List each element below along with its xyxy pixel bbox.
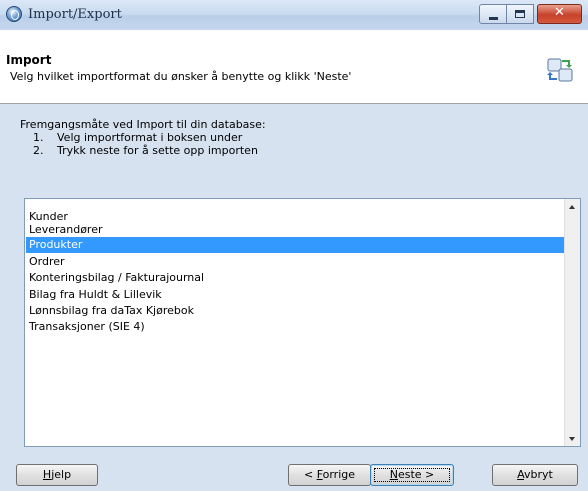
app-icon — [6, 6, 22, 22]
instructions-panel: Fremgangsmåte ved Import til din databas… — [0, 104, 588, 198]
close-icon: ✕ — [554, 5, 565, 20]
previous-label: orrige — [322, 468, 356, 481]
previous-label-prefix: < — [303, 468, 317, 481]
vertical-scrollbar[interactable] — [564, 199, 580, 446]
minimize-button[interactable] — [479, 4, 507, 24]
scroll-up-icon[interactable] — [565, 199, 580, 214]
list-item[interactable]: Transaksjoner (SIE 4) — [26, 319, 567, 335]
step-text: Trykk neste for å sette opp importen — [57, 144, 258, 157]
help-button[interactable]: Hjelp — [16, 464, 98, 486]
focus-rect — [374, 468, 450, 482]
close-button[interactable]: ✕ — [537, 4, 582, 24]
help-accelerator: H — [42, 468, 52, 481]
list-item-selected[interactable]: Produkter — [26, 237, 567, 253]
import-export-icon — [547, 58, 573, 82]
list-item[interactable]: Bilag fra Huldt & Lillevik — [26, 287, 567, 303]
previous-button[interactable]: < Forrige — [288, 464, 371, 486]
import-export-dialog: Import/Export ✕ Import Velg hvilket impo… — [0, 0, 588, 491]
button-bar: Hjelp < Forrige Neste > Avbryt — [0, 447, 588, 491]
header-subtitle: Velg hvilket importformat du ønsker å be… — [10, 70, 352, 83]
list-item[interactable]: Leverandører — [26, 222, 567, 238]
wizard-header: Import Velg hvilket importformat du ønsk… — [0, 30, 588, 104]
help-label: jelp — [51, 468, 72, 481]
import-format-list[interactable]: Kunder Leverandører Produkter Ordrer Kon… — [24, 198, 581, 447]
scroll-down-icon[interactable] — [565, 431, 580, 446]
cancel-label: vbryt — [524, 468, 553, 481]
step-number: 2. — [33, 144, 44, 157]
cancel-button[interactable]: Avbryt — [492, 464, 578, 486]
instructions-title: Fremgangsmåte ved Import til din databas… — [20, 118, 266, 131]
window-title: Import/Export — [28, 7, 122, 22]
next-button[interactable]: Neste > — [370, 464, 454, 486]
list-item[interactable]: Lønnsbilag fra daTax Kjørebok — [26, 303, 567, 319]
step-text: Velg importformat i boksen under — [57, 131, 243, 144]
cancel-accelerator: A — [517, 468, 525, 481]
list-item[interactable]: Konteringsbilag / Fakturajournal — [26, 270, 567, 286]
maximize-button[interactable] — [506, 4, 534, 24]
list-item[interactable]: Ordrer — [26, 254, 567, 270]
title-bar[interactable]: Import/Export ✕ — [0, 0, 588, 31]
step-number: 1. — [33, 131, 44, 144]
header-title: Import — [6, 53, 52, 67]
